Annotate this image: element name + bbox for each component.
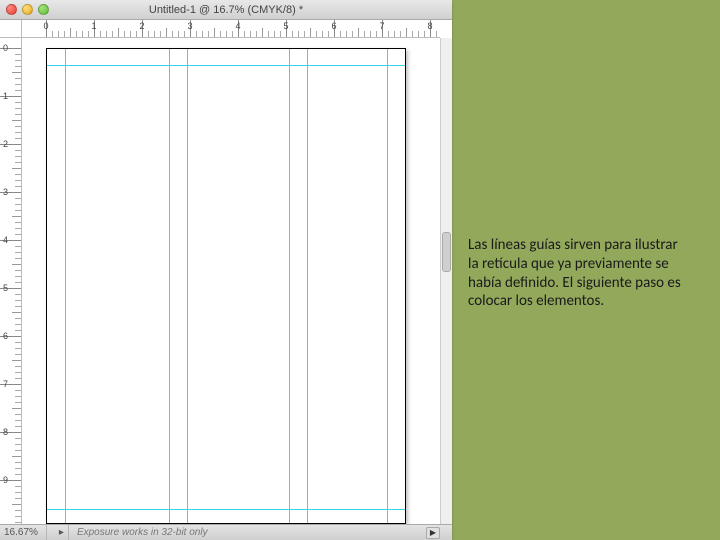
guide-vertical[interactable] — [169, 49, 170, 523]
slide-caption: Las líneas guías sirven para ilustrar la… — [468, 236, 688, 311]
minimize-icon[interactable] — [22, 4, 33, 15]
ruler-h-label: 0 — [43, 21, 48, 31]
ruler-horizontal[interactable]: 0 1 2 3 4 5 6 7 8 — [22, 20, 440, 38]
guide-horizontal[interactable] — [47, 509, 405, 510]
titlebar[interactable]: Untitled-1 @ 16.7% (CMYK/8) * — [0, 0, 452, 20]
ruler-v-label: 7 — [3, 379, 8, 389]
ruler-v-label: 1 — [3, 91, 8, 101]
ruler-v-label: 9 — [3, 475, 8, 485]
window-title: Untitled-1 @ 16.7% (CMYK/8) * — [0, 4, 452, 16]
info-icon: ▸ — [59, 527, 64, 538]
scroll-thumb[interactable] — [442, 232, 451, 272]
ruler-h-label: 3 — [187, 21, 192, 31]
window-controls — [6, 4, 49, 15]
ruler-h-label: 8 — [427, 21, 432, 31]
app-window: Untitled-1 @ 16.7% (CMYK/8) * 0 1 2 3 4 5 6 7 8 … — [0, 0, 452, 540]
scrollbar-vertical[interactable] — [440, 38, 452, 524]
caption-text: Las líneas guías sirven para ilustrar la… — [468, 236, 681, 310]
ruler-h-label: 2 — [139, 21, 144, 31]
canvas[interactable] — [22, 38, 440, 524]
guide-vertical[interactable] — [307, 49, 308, 523]
ruler-v-label: 3 — [3, 187, 8, 197]
ruler-h-label: 6 — [331, 21, 336, 31]
ruler-vertical[interactable]: 0 1 2 3 4 5 6 7 8 9 — [0, 38, 22, 524]
zoom-icon[interactable] — [38, 4, 49, 15]
ruler-h-label: 5 — [283, 21, 288, 31]
status-message: Exposure works in 32-bit only — [77, 527, 208, 538]
document-page[interactable] — [46, 48, 406, 524]
guide-horizontal[interactable] — [47, 65, 405, 66]
guide-vertical[interactable] — [289, 49, 290, 523]
workspace: 0 1 2 3 4 5 6 7 8 0 1 2 3 4 5 6 7 8 9 16.67% — [0, 20, 452, 540]
ruler-h-label: 1 — [91, 21, 96, 31]
ruler-h-label: 7 — [379, 21, 384, 31]
scroll-right-button[interactable]: ▶ — [426, 527, 440, 539]
ruler-v-label: 4 — [3, 235, 8, 245]
guide-vertical[interactable] — [187, 49, 188, 523]
ruler-origin[interactable] — [0, 20, 22, 38]
close-icon[interactable] — [6, 4, 17, 15]
zoom-value: 16.67% — [4, 527, 38, 538]
doc-info-icon[interactable]: ▸ — [55, 525, 69, 540]
ruler-v-label: 6 — [3, 331, 8, 341]
status-message-area: Exposure works in 32-bit only ▶ — [77, 525, 448, 540]
ruler-v-label: 2 — [3, 139, 8, 149]
zoom-level[interactable]: 16.67% — [4, 525, 47, 540]
guide-vertical[interactable] — [65, 49, 66, 523]
ruler-v-label: 5 — [3, 283, 8, 293]
ruler-v-label: 0 — [3, 43, 8, 53]
guide-vertical[interactable] — [387, 49, 388, 523]
statusbar: 16.67% ▸ Exposure works in 32-bit only ▶ — [0, 524, 452, 540]
ruler-v-label: 8 — [3, 427, 8, 437]
ruler-h-label: 4 — [235, 21, 240, 31]
